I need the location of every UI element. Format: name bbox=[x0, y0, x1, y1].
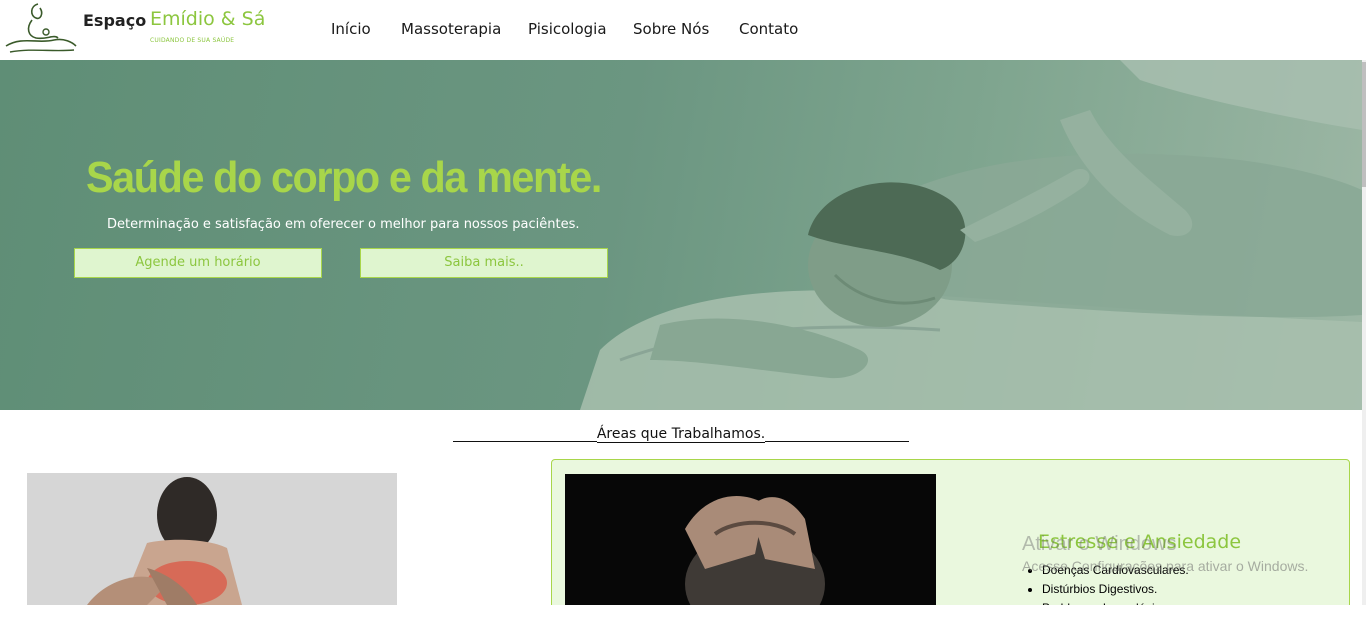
hero-title: Saúde do corpo e da mente. bbox=[86, 153, 602, 202]
stress-illustration bbox=[565, 474, 936, 614]
areas-section-heading: Áreas que Trabalhamos. bbox=[0, 426, 1362, 443]
brand-name-part2[interactable]: Emídio & Sá bbox=[150, 8, 265, 30]
nav-link-inicio[interactable]: Início bbox=[331, 20, 371, 38]
stress-image bbox=[565, 474, 936, 614]
nav-link-contato[interactable]: Contato bbox=[739, 20, 798, 38]
back-pain-illustration bbox=[27, 473, 397, 605]
brand-tagline: CUIDANDO DE SUA SAÚDE bbox=[150, 37, 235, 44]
hero-massage-image bbox=[580, 60, 1362, 410]
nav-link-pisicologia[interactable]: Pisicologia bbox=[528, 20, 607, 38]
hero-subtitle: Determinação e satisfação em oferecer o … bbox=[107, 217, 580, 232]
schedule-button[interactable]: Agende um horário bbox=[74, 248, 322, 278]
list-item: Distúrbios Digestivos. bbox=[1042, 580, 1189, 599]
heading-underline-left bbox=[452, 426, 597, 442]
page-scrollbar-thumb[interactable] bbox=[1362, 62, 1366, 187]
hero-banner: Saúde do corpo e da mente. Determinação … bbox=[0, 60, 1362, 410]
viewport-bottom-edge bbox=[0, 605, 1366, 618]
stress-anxiety-card[interactable]: Estresse e Ansiedade Doenças Cardiovascu… bbox=[551, 459, 1350, 618]
brand-name-part1[interactable]: Espaço bbox=[83, 11, 146, 30]
nav-link-sobre-nos[interactable]: Sobre Nós bbox=[633, 20, 709, 38]
heading-underline-right bbox=[765, 426, 910, 442]
learn-more-button[interactable]: Saiba mais.. bbox=[360, 248, 608, 278]
navbar: Espaço Emídio & Sá CUIDANDO DE SUA SAÚDE… bbox=[0, 0, 1366, 60]
nav-link-massoterapia[interactable]: Massoterapia bbox=[401, 20, 501, 38]
windows-activation-text: Acesse Configurações para ativar o Windo… bbox=[1022, 558, 1309, 574]
massage-figure-icon[interactable] bbox=[2, 0, 80, 56]
areas-title: Áreas que Trabalhamos. bbox=[596, 426, 766, 443]
windows-activation-title: Ativar o Windows bbox=[1022, 533, 1177, 555]
back-pain-image bbox=[27, 473, 397, 605]
